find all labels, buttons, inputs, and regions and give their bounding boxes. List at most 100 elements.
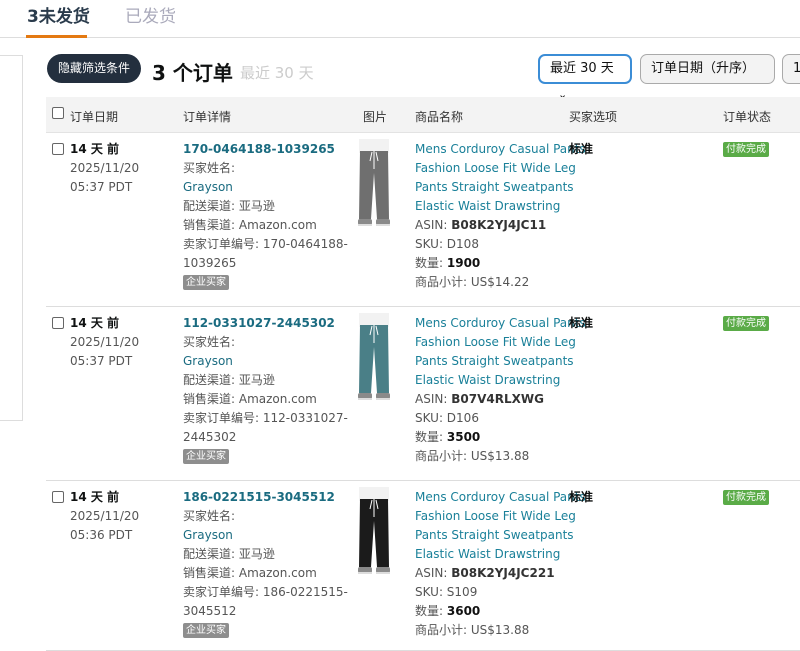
- seller-order-number: 卖家订单编号: 112-0331027-: [183, 411, 348, 425]
- order-checkbox[interactable]: [52, 491, 64, 503]
- asin: ASIN: B08K2YJ4JC221: [415, 564, 555, 583]
- business-buyer-badge: 企业买家: [183, 449, 229, 464]
- date-range-select[interactable]: 最近 30 天⌄: [538, 54, 632, 101]
- header-order-status: 订单状态: [723, 110, 772, 124]
- shipment-tabs: 3未发货 已发货: [0, 0, 800, 38]
- order-row: 14 天 前 2025/11/20 05:37 PDT 112-0331027-244…: [46, 307, 800, 481]
- sales-channel: 销售渠道: Amazon.com: [183, 566, 317, 580]
- order-checkbox[interactable]: [52, 317, 64, 329]
- order-id-link[interactable]: 170-0464188-1039265: [183, 140, 335, 159]
- order-row: 14 天 前 2025/11/20 05:37 PDT 170-0464188-103…: [46, 133, 800, 307]
- buyer-option: 标准: [569, 142, 594, 156]
- order-id-link[interactable]: 186-0221515-3045512: [183, 488, 335, 507]
- sort-select[interactable]: 订单日期（升序）⌄: [640, 54, 775, 103]
- order-status-badge: 付款完成: [723, 316, 769, 331]
- product-title-link[interactable]: Pants Straight Sweatpants: [415, 352, 574, 371]
- asin-value: B08K2YJ4JC11: [451, 218, 547, 232]
- order-id-link[interactable]: 112-0331027-2445302: [183, 314, 335, 333]
- asin-value: B07V4RLXWG: [451, 392, 544, 406]
- product-image[interactable]: [356, 139, 392, 231]
- sort-value: 订单日期（升序）: [651, 61, 756, 76]
- item-subtotal: 商品小计: US$13.88: [415, 449, 530, 463]
- quantity: 数量: 1900: [415, 254, 480, 273]
- quantity-value: 1900: [446, 256, 481, 270]
- page-size-select[interactable]: 1: [782, 54, 800, 84]
- tab-shipped[interactable]: 已发货: [125, 2, 176, 27]
- product-image[interactable]: [356, 487, 392, 579]
- order-time: 05:37 PDT: [70, 180, 133, 194]
- product-title-link[interactable]: Mens Corduroy Casual Pants: [415, 140, 586, 159]
- product-image[interactable]: [356, 313, 392, 405]
- quantity-value: 3500: [446, 430, 481, 444]
- buyer-name-link[interactable]: Grayson: [183, 178, 233, 197]
- product-title-link[interactable]: Fashion Loose Fit Wide Leg: [415, 507, 576, 526]
- order-time: 05:37 PDT: [70, 354, 133, 368]
- hide-filters-button[interactable]: 隐藏筛选条件: [47, 54, 142, 83]
- order-checkbox[interactable]: [52, 143, 64, 155]
- fulfillment-channel: 配送渠道: 亚马逊: [183, 373, 275, 387]
- buyer-name-label: 买家姓名:: [183, 161, 236, 175]
- product-title-link[interactable]: Mens Corduroy Casual Pants: [415, 488, 586, 507]
- seller-order-number-cont: 1039265: [183, 256, 237, 270]
- fulfillment-channel: 配送渠道: 亚马逊: [183, 199, 275, 213]
- sku: SKU: D108: [415, 237, 479, 251]
- header-buyer-options: 买家选项: [569, 110, 618, 124]
- item-subtotal: 商品小计: US$14.22: [415, 275, 530, 289]
- order-count: 3 个订单: [152, 61, 233, 85]
- seller-order-number: 卖家订单编号: 186-0221515-: [183, 585, 348, 599]
- order-time: 05:36 PDT: [70, 528, 133, 542]
- product-title-link[interactable]: Elastic Waist Drawstring: [415, 371, 560, 390]
- product-title-link[interactable]: Pants Straight Sweatpants: [415, 178, 574, 197]
- product-title-link[interactable]: Mens Corduroy Casual Pants: [415, 314, 586, 333]
- quantity-label: 数量:: [415, 256, 444, 270]
- product-title-link[interactable]: Elastic Waist Drawstring: [415, 197, 560, 216]
- quantity: 数量: 3500: [415, 428, 480, 447]
- sales-channel: 销售渠道: Amazon.com: [183, 392, 317, 406]
- select-all-checkbox[interactable]: [52, 107, 64, 119]
- asin-label: ASIN:: [415, 392, 448, 406]
- page-size-value: 1: [793, 61, 800, 76]
- date-range-value: 最近 30 天: [550, 61, 614, 76]
- buyer-name-link[interactable]: Grayson: [183, 352, 233, 371]
- seller-order-number-cont: 2445302: [183, 430, 237, 444]
- order-row: 14 天 前 2025/11/20 05:36 PDT 186-0221515-304…: [46, 481, 800, 651]
- product-title-link[interactable]: Elastic Waist Drawstring: [415, 545, 560, 564]
- sku: SKU: S109: [415, 585, 478, 599]
- order-status-badge: 付款完成: [723, 490, 769, 505]
- buyer-option: 标准: [569, 490, 594, 504]
- buyer-name-label: 买家姓名:: [183, 335, 236, 349]
- asin: ASIN: B07V4RLXWG: [415, 390, 544, 409]
- business-buyer-badge: 企业买家: [183, 275, 229, 290]
- active-tab-indicator: [26, 35, 87, 38]
- tab-unshipped[interactable]: 3未发货: [27, 2, 90, 27]
- quantity-label: 数量:: [415, 430, 444, 444]
- business-buyer-badge: 企业买家: [183, 623, 229, 638]
- quantity: 数量: 3600: [415, 602, 480, 621]
- quantity-label: 数量:: [415, 604, 444, 618]
- buyer-name-label: 买家姓名:: [183, 509, 236, 523]
- buyer-option: 标准: [569, 316, 594, 330]
- order-date: 2025/11/20: [70, 335, 140, 349]
- order-age: 14 天 前: [70, 490, 120, 504]
- asin: ASIN: B08K2YJ4JC11: [415, 216, 546, 235]
- product-title-link[interactable]: Pants Straight Sweatpants: [415, 526, 574, 545]
- seller-order-number: 卖家订单编号: 170-0464188-: [183, 237, 348, 251]
- asin-label: ASIN:: [415, 218, 448, 232]
- quantity-value: 3600: [446, 604, 481, 618]
- order-age: 14 天 前: [70, 316, 120, 330]
- buyer-name-link[interactable]: Grayson: [183, 526, 233, 545]
- header-order-date[interactable]: 订单日期: [70, 108, 118, 125]
- product-title-link[interactable]: Fashion Loose Fit Wide Leg: [415, 333, 576, 352]
- header-order-details: 订单详情: [183, 110, 232, 124]
- header-product-name: 商品名称: [415, 110, 464, 124]
- header-image: 图片: [363, 110, 388, 124]
- order-status-badge: 付款完成: [723, 142, 769, 157]
- order-date: 2025/11/20: [70, 509, 140, 523]
- order-date: 2025/11/20: [70, 161, 140, 175]
- fulfillment-channel: 配送渠道: 亚马逊: [183, 547, 275, 561]
- asin-value: B08K2YJ4JC221: [451, 566, 555, 580]
- product-title-link[interactable]: Fashion Loose Fit Wide Leg: [415, 159, 576, 178]
- order-count-range: 最近 30 天: [240, 64, 314, 82]
- item-subtotal: 商品小计: US$13.88: [415, 623, 530, 637]
- seller-order-number-cont: 3045512: [183, 604, 237, 618]
